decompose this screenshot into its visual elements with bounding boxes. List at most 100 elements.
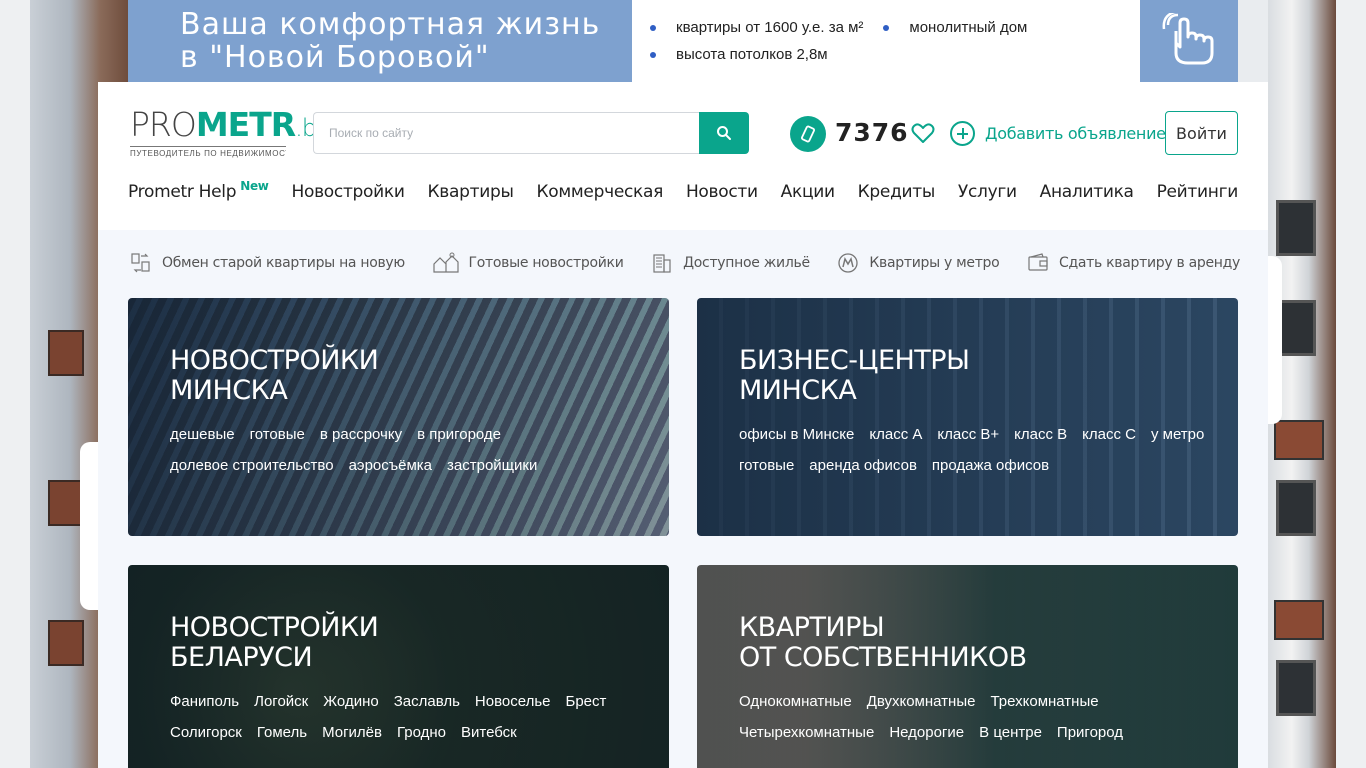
search-bar [313, 112, 749, 154]
nav-item-kvartiry[interactable]: Квартиры [428, 182, 514, 202]
site-logo[interactable]: PROMETR.by ПУТЕВОДИТЕЛЬ ПО НЕДВИЖИМОСТИ [130, 108, 330, 158]
card-links: Однокомнатные Двухкомнатные Трехкомнатны… [739, 693, 1209, 741]
card-link[interactable]: Могилёв [322, 724, 382, 741]
exchange-icon [131, 253, 150, 273]
card-link[interactable]: Логойск [254, 693, 308, 710]
search-button[interactable] [699, 112, 749, 154]
window [1276, 300, 1316, 356]
site-header: PROMETR.by ПУТЕВОДИТЕЛЬ ПО НЕДВИЖИМОСТИ … [98, 82, 1268, 230]
metro-icon [838, 253, 859, 273]
quick-link-affordable[interactable]: Доступное жильё [651, 252, 810, 274]
logo-wordmark: PROMETR.by [130, 108, 330, 145]
quick-link-label: Сдать квартиру в аренду [1059, 255, 1240, 271]
card-title[interactable]: КВАРТИРЫ ОТ СОБСТВЕННИКОВ [739, 613, 1027, 673]
card-link[interactable]: Фаниполь [170, 693, 239, 710]
card-link[interactable]: дешевые [170, 426, 235, 443]
banner-cta[interactable] [1140, 0, 1238, 82]
card-link[interactable]: Жодино [323, 693, 378, 710]
quick-link-rent-out[interactable]: Сдать квартиру в аренду [1027, 252, 1240, 274]
main-panel: PROMETR.by ПУТЕВОДИТЕЛЬ ПО НЕДВИЖИМОСТИ … [98, 82, 1268, 768]
card-link[interactable]: готовые [739, 457, 794, 474]
page-edge-right [1336, 0, 1366, 768]
card-title[interactable]: НОВОСТРОЙКИ МИНСКА [170, 346, 379, 406]
nav-item-reytingi[interactable]: Рейтинги [1157, 182, 1239, 202]
card-link[interactable]: класс А [869, 426, 922, 443]
card-owner-apartments[interactable]: КВАРТИРЫ ОТ СОБСТВЕННИКОВ Однокомнатные … [697, 565, 1238, 768]
add-listing-button[interactable]: Добавить объявление [950, 121, 1166, 146]
card-title-line: БИЗНЕС-ЦЕНТРЫ [739, 345, 970, 376]
nav-item-uslugi[interactable]: Услуги [958, 182, 1017, 202]
nav-item-novostroyki[interactable]: Новостройки [292, 182, 405, 202]
nav-item-novosti[interactable]: Новости [686, 182, 758, 202]
card-title[interactable]: БИЗНЕС-ЦЕНТРЫ МИНСКА [739, 345, 970, 406]
login-button[interactable]: Войти [1165, 111, 1238, 155]
hand-pointer-icon [1162, 13, 1214, 65]
card-link[interactable]: готовые [250, 426, 305, 443]
card-title-line: НОВОСТРОЙКИ [170, 612, 379, 643]
nav-item-analitika[interactable]: Аналитика [1040, 182, 1134, 202]
card-link[interactable]: класс В+ [937, 426, 999, 443]
card-link[interactable]: у метро [1151, 426, 1204, 443]
card-link[interactable]: Витебск [461, 724, 517, 741]
card-link[interactable]: Недорогие [889, 724, 964, 741]
card-link[interactable]: Гомель [257, 724, 307, 741]
card-links: Фаниполь Логойск Жодино Заславль Новосел… [170, 693, 640, 741]
card-novostroyki-minska[interactable]: НОВОСТРОЙКИ МИНСКА дешевые готовые в рас… [128, 298, 669, 536]
nav-item-prometr-help[interactable]: Prometr Help New [128, 179, 269, 202]
card-title-line: ОТ СОБСТВЕННИКОВ [739, 642, 1027, 673]
card-link[interactable]: класс С [1082, 426, 1136, 443]
search-input[interactable] [313, 112, 699, 154]
card-business-centers[interactable]: БИЗНЕС-ЦЕНТРЫ МИНСКА офисы в Минске клас… [697, 298, 1238, 536]
card-link[interactable]: Гродно [397, 724, 446, 741]
phone-number[interactable]: 7376 [835, 118, 909, 147]
quick-link-label: Квартиры у метро [869, 255, 1000, 271]
card-link[interactable]: аэросъёмка [349, 457, 432, 474]
page-edge-left [0, 0, 30, 768]
card-link[interactable]: Трехкомнатные [990, 693, 1098, 710]
phone-button[interactable] [790, 116, 826, 152]
new-badge: New [240, 179, 269, 193]
nav-item-kommercheskaya[interactable]: Коммерческая [537, 182, 664, 202]
search-icon [717, 126, 731, 140]
window [1276, 480, 1316, 536]
card-link[interactable]: офисы в Минске [739, 426, 854, 443]
ad-banner[interactable]: Ваша комфортная жизнь в "Новой Боровой" … [128, 0, 1238, 82]
quick-link-label: Готовые новостройки [468, 255, 624, 271]
card-link[interactable]: Пригород [1057, 724, 1123, 741]
card-novostroyki-belarusi[interactable]: НОВОСТРОЙКИ БЕЛАРУСИ Фаниполь Логойск Жо… [128, 565, 669, 768]
nav-item-aktsii[interactable]: Акции [781, 182, 835, 202]
balcony [1274, 600, 1324, 640]
card-link[interactable]: Новоселье [475, 693, 551, 710]
card-link[interactable]: Двухкомнатные [867, 693, 976, 710]
card-link[interactable]: класс В [1014, 426, 1067, 443]
balcony [48, 330, 84, 376]
card-link[interactable]: аренда офисов [809, 457, 917, 474]
card-link[interactable]: в рассрочку [320, 426, 402, 443]
quick-link-metro[interactable]: Квартиры у метро [837, 252, 1000, 274]
card-link[interactable]: Солигорск [170, 724, 242, 741]
quick-link-exchange[interactable]: Обмен старой квартиры на новую [130, 252, 405, 274]
card-link[interactable]: Четырехкомнатные [739, 724, 874, 741]
card-link[interactable]: Однокомнатные [739, 693, 852, 710]
card-link[interactable]: В центре [979, 724, 1042, 741]
phone-icon [801, 125, 815, 143]
card-link[interactable]: Брест [565, 693, 606, 710]
card-links: офисы в Минске класс А класс В+ класс В … [739, 426, 1209, 474]
banner-headline-line1: Ваша комфортная жизнь [180, 7, 601, 42]
card-title[interactable]: НОВОСТРОЙКИ БЕЛАРУСИ [170, 612, 379, 673]
quick-link-label: Доступное жильё [683, 255, 810, 271]
card-title-line: КВАРТИРЫ [739, 612, 885, 643]
banner-row: высота потолков 2,8м [650, 46, 1140, 63]
nav-item-kredity[interactable]: Кредиты [858, 182, 936, 202]
balcony [1274, 420, 1324, 460]
card-link[interactable]: продажа офисов [932, 457, 1049, 474]
card-link[interactable]: в пригороде [417, 426, 501, 443]
card-link[interactable]: застройщики [447, 457, 537, 474]
side-tab-left [80, 442, 100, 610]
card-link[interactable]: Заславль [394, 693, 460, 710]
quick-link-ready-buildings[interactable]: Готовые новостройки [432, 252, 624, 274]
heart-icon[interactable] [910, 120, 936, 146]
card-link[interactable]: долевое строительство [170, 457, 334, 474]
banner-bullet: высота потолков 2,8м [650, 46, 828, 63]
card-title-line: МИНСКА [739, 375, 857, 406]
